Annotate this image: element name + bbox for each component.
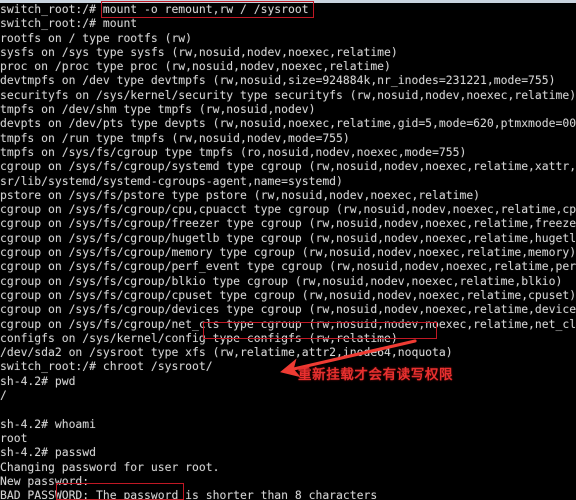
console-line: cgroup on /sys/fs/cgroup/systemd type cg… bbox=[0, 159, 576, 174]
console-line: tmpfs on /run type tmpfs (rw,nosuid,node… bbox=[0, 130, 350, 145]
console-line: sh-4.2# passwd bbox=[0, 445, 97, 460]
terminal-window[interactable]: switch_root:/# mount -o remount,rw / /sy… bbox=[0, 0, 576, 500]
console-line: configfs on /sys/kernel/config type conf… bbox=[0, 330, 398, 345]
console-line: cgroup on /sys/fs/cgroup/memory type cgr… bbox=[0, 245, 576, 260]
console-line: Changing password for user root. bbox=[0, 459, 220, 474]
console-line: proc on /proc type proc (rw,nosuid,nodev… bbox=[0, 59, 391, 74]
console-line: cgroup on /sys/fs/cgroup/perf_event type… bbox=[0, 259, 576, 274]
console-line: cgroup on /sys/fs/cgroup/net_cls type cg… bbox=[0, 316, 576, 331]
console-line: switch_root:/# mount -o remount,rw / /sy… bbox=[0, 2, 309, 16]
console-line: sysfs on /sys type sysfs (rw,nosuid,node… bbox=[0, 44, 398, 59]
console-output: switch_root:/# mount -o remount,rw / /sy… bbox=[0, 2, 576, 500]
console-line: New password: bbox=[0, 473, 90, 488]
console-line: cgroup on /sys/fs/cgroup/cpuset type cgr… bbox=[0, 287, 576, 302]
console-line: BAD PASSWORD: The password is shorter th… bbox=[0, 488, 378, 500]
console-line: cgroup on /sys/fs/cgroup/hugetlb type cg… bbox=[0, 230, 576, 245]
console-line: cgroup on /sys/fs/cgroup/freezer type cg… bbox=[0, 216, 576, 231]
console-line: cgroup on /sys/fs/cgroup/blkio type cgro… bbox=[0, 273, 563, 288]
console-line: devtmpfs on /dev type devtmpfs (rw,nosui… bbox=[0, 73, 556, 88]
console-line: pstore on /sys/fs/pstore type pstore (rw… bbox=[0, 187, 481, 202]
console-line: sh-4.2# whoami bbox=[0, 416, 97, 431]
console-line: root bbox=[0, 430, 28, 445]
console-line: tmpfs on /dev/shm type tmpfs (rw,nosuid,… bbox=[0, 102, 316, 117]
console-line: rootfs on / type rootfs (rw) bbox=[0, 30, 193, 45]
console-line: / bbox=[0, 388, 7, 403]
console-line: cgroup on /sys/fs/cgroup/devices type cg… bbox=[0, 302, 576, 317]
console-line: sh-4.2# pwd bbox=[0, 373, 76, 388]
console-line: securityfs on /sys/kernel/security type … bbox=[0, 87, 576, 102]
annotation-note-text: 重新挂载才会有读写权限 bbox=[298, 367, 454, 383]
console-line: switch_root:/# mount bbox=[0, 16, 138, 31]
console-line: devpts on /dev/pts type devpts (rw,nosui… bbox=[0, 116, 576, 131]
console-line: switch_root:/# chroot /sysroot/ bbox=[0, 359, 213, 374]
console-line: tmpfs on /sys/fs/cgroup type tmpfs (ro,n… bbox=[0, 144, 467, 159]
console-line: /dev/sda2 on /sysroot type xfs (rw,relat… bbox=[0, 345, 453, 360]
console-line: sr/lib/systemd/systemd-cgroups-agent,nam… bbox=[0, 173, 343, 188]
console-line: cgroup on /sys/fs/cgroup/cpu,cpuacct typ… bbox=[0, 202, 576, 217]
